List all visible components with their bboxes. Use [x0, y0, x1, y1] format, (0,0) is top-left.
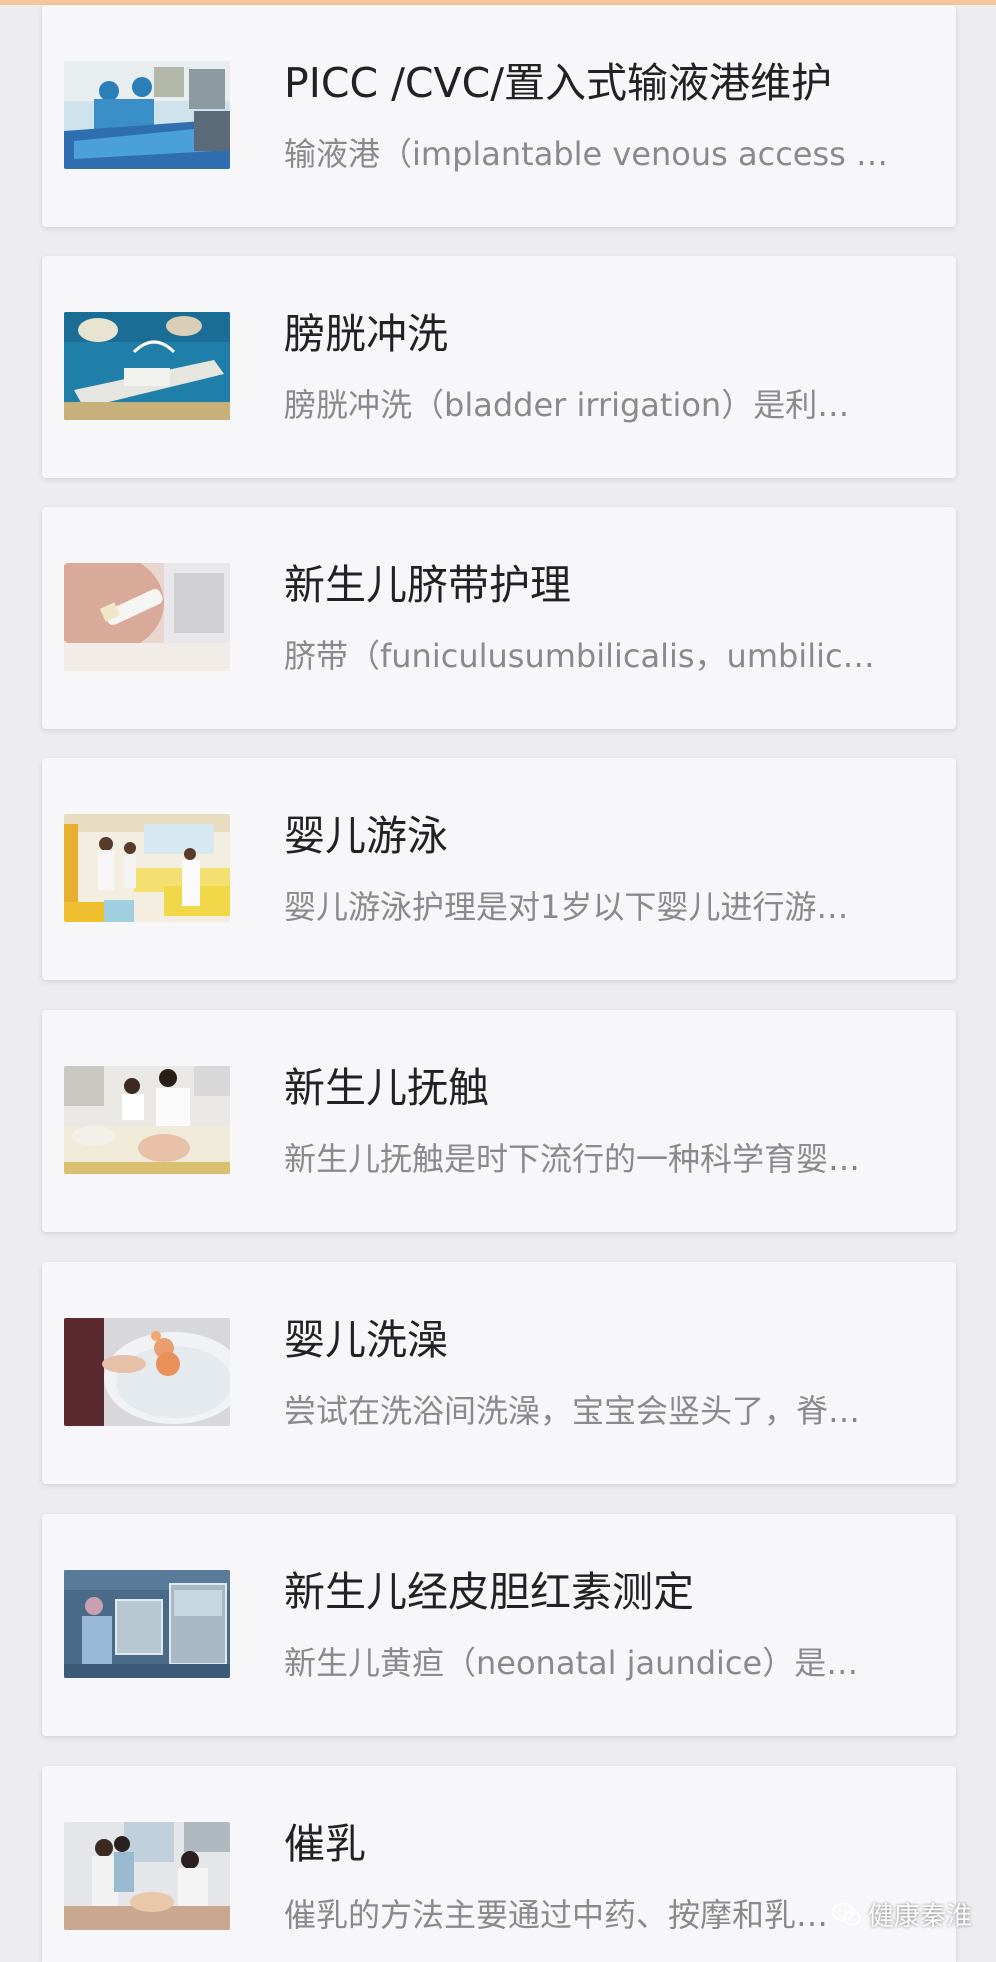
list-item[interactable]: 膀胱冲洗 膀胱冲洗（bladder irrigation）是利…	[42, 256, 956, 478]
item-title: 新生儿脐带护理	[284, 561, 571, 609]
list-item[interactable]: PICC /CVC/置入式输液港维护 输液港（implantable venou…	[42, 5, 956, 227]
list-item[interactable]: 新生儿抚触 新生儿抚触是时下流行的一种科学育婴…	[42, 1010, 956, 1232]
list-item[interactable]: 新生儿脐带护理 脐带（funiculusumbilicalis，umbilic…	[42, 507, 956, 729]
item-description: 输液港（implantable venous access …	[284, 135, 888, 173]
item-description: 新生儿黄疸（neonatal jaundice）是…	[284, 1644, 859, 1682]
item-title: 膀胱冲洗	[284, 310, 448, 358]
item-title: 催乳	[284, 1820, 366, 1868]
list-item[interactable]: 催乳 催乳的方法主要通过中药、按摩和乳…	[42, 1766, 956, 1962]
baby-bath-photo-thumbnail	[64, 1318, 230, 1426]
item-title: PICC /CVC/置入式输液港维护	[284, 59, 833, 107]
item-title: 新生儿经皮胆红素测定	[284, 1568, 694, 1616]
item-title: 新生儿抚触	[284, 1064, 489, 1112]
item-description: 尝试在洗浴间洗澡，宝宝会竖头了，脊…	[284, 1392, 861, 1430]
watermark: 健康秦淮	[832, 1896, 972, 1933]
umbilical-care-photo-thumbnail	[64, 563, 230, 671]
item-title: 婴儿洗澡	[284, 1316, 448, 1364]
watermark-text: 健康秦淮	[868, 1902, 973, 1932]
item-description: 催乳的方法主要通过中药、按摩和乳…	[284, 1896, 829, 1934]
item-description: 膀胱冲洗（bladder irrigation）是利…	[284, 386, 850, 424]
list-item[interactable]: 新生儿经皮胆红素测定 新生儿黄疸（neonatal jaundice）是…	[42, 1514, 956, 1736]
baby-massage-photo-thumbnail	[64, 1066, 230, 1174]
item-description: 新生儿抚触是时下流行的一种科学育婴…	[284, 1140, 861, 1178]
item-description: 婴儿游泳护理是对1岁以下婴儿进行游…	[284, 888, 849, 926]
baby-swimming-photo-thumbnail	[64, 814, 230, 922]
lactation-photo-thumbnail	[64, 1822, 230, 1930]
list-item[interactable]: 婴儿游泳 婴儿游泳护理是对1岁以下婴儿进行游…	[42, 758, 956, 980]
procedure-photo-thumbnail	[64, 312, 230, 420]
incubator-photo-thumbnail	[64, 1570, 230, 1678]
list-item[interactable]: 婴儿洗澡 尝试在洗浴间洗澡，宝宝会竖头了，脊…	[42, 1262, 956, 1484]
surgery-photo-thumbnail	[64, 61, 230, 169]
item-title: 婴儿游泳	[284, 812, 448, 860]
item-description: 脐带（funiculusumbilicalis，umbilic…	[284, 637, 875, 675]
wechat-icon	[832, 1902, 861, 1925]
